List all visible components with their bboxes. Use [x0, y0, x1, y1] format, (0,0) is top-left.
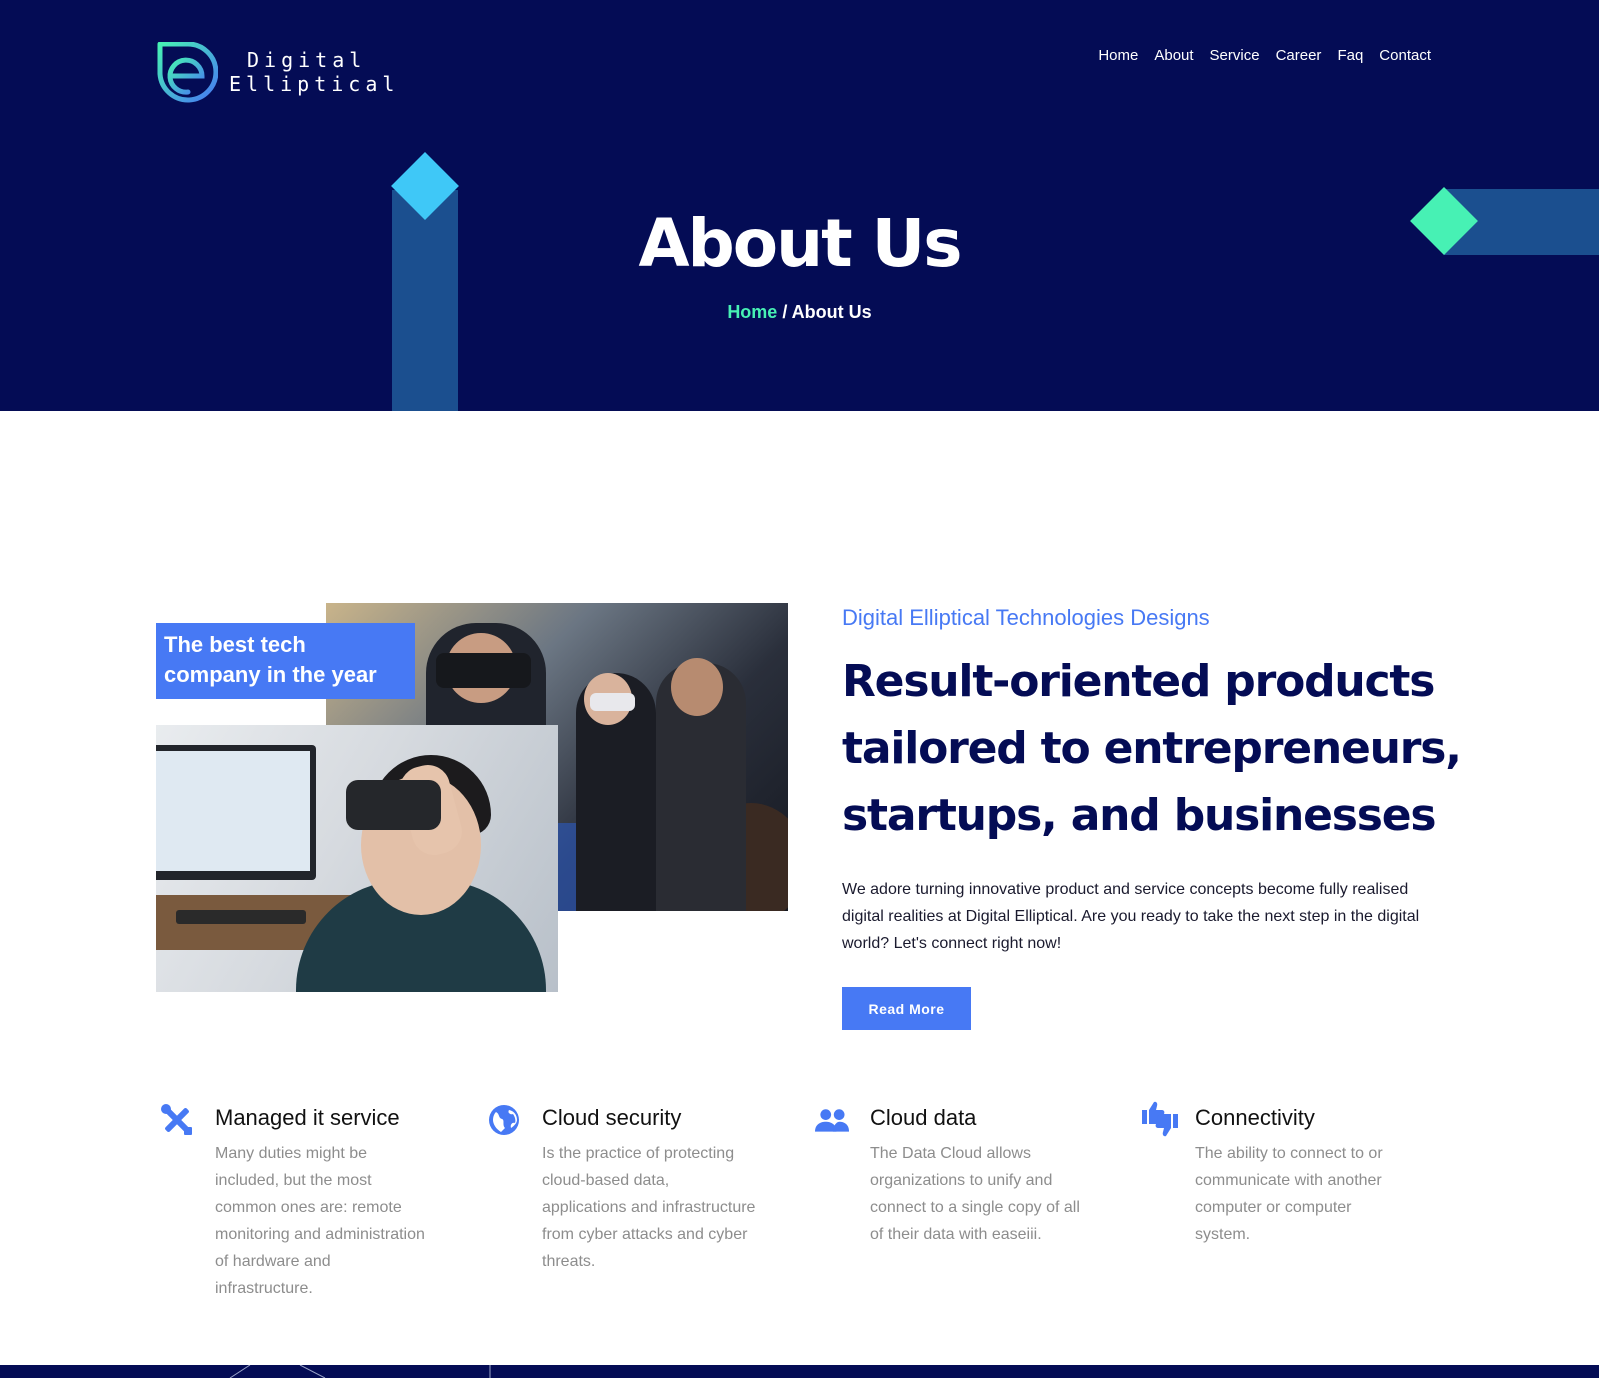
elliptical-logo-icon — [157, 42, 218, 103]
nav-home[interactable]: Home — [1090, 47, 1146, 64]
brand-name-line1: Digital — [247, 48, 367, 72]
feature-title: Cloud data — [870, 1105, 977, 1130]
nav-career[interactable]: Career — [1268, 47, 1330, 64]
feature-title: Managed it service — [215, 1105, 400, 1130]
feature-description: Is the practice of protecting cloud-base… — [542, 1145, 756, 1270]
footer-top-strip — [0, 1365, 1599, 1378]
feature-description: Many duties might be included, but the m… — [215, 1145, 425, 1297]
footer-network-lines — [229, 1365, 491, 1378]
breadcrumb-home-link[interactable]: Home — [727, 302, 777, 322]
feature-description: The ability to connect to or communicate… — [1195, 1145, 1383, 1243]
about-heading: Result-oriented products tailored to ent… — [842, 656, 1462, 841]
about-subtitle: Digital Elliptical Technologies Designs — [842, 605, 1210, 630]
nav-faq[interactable]: Faq — [1329, 47, 1371, 64]
feature-description: The Data Cloud allows organizations to u… — [870, 1145, 1080, 1243]
best-company-badge: The best tech company in the year — [156, 623, 415, 699]
globe-icon — [489, 1105, 519, 1135]
nav-service[interactable]: Service — [1202, 47, 1268, 64]
brand-logo[interactable]: Digital Elliptical — [154, 42, 394, 108]
users-icon — [815, 1109, 849, 1132]
feature-title: Cloud security — [542, 1105, 682, 1130]
breadcrumb-current: About Us — [791, 302, 872, 322]
read-more-button[interactable]: Read More — [842, 987, 971, 1030]
tools-icon — [161, 1104, 192, 1135]
feature-title: Connectivity — [1195, 1105, 1315, 1130]
page-title: About Us — [638, 205, 962, 282]
page: Digital Elliptical Home About Service Ca… — [0, 0, 1599, 1378]
about-body-text: We adore turning innovative product and … — [842, 881, 1420, 952]
breadcrumb-separator: / — [777, 302, 792, 322]
brand-name-line2: Elliptical — [229, 72, 400, 96]
nav-about[interactable]: About — [1146, 47, 1201, 64]
nav-contact[interactable]: Contact — [1371, 47, 1439, 64]
vr-headset-photo — [156, 725, 558, 992]
main-nav: Home About Service Career Faq Contact — [1090, 47, 1439, 64]
thumbs-icon — [1142, 1101, 1178, 1137]
breadcrumb: Home / About Us — [0, 302, 1599, 323]
hero-banner: Digital Elliptical Home About Service Ca… — [0, 0, 1599, 411]
